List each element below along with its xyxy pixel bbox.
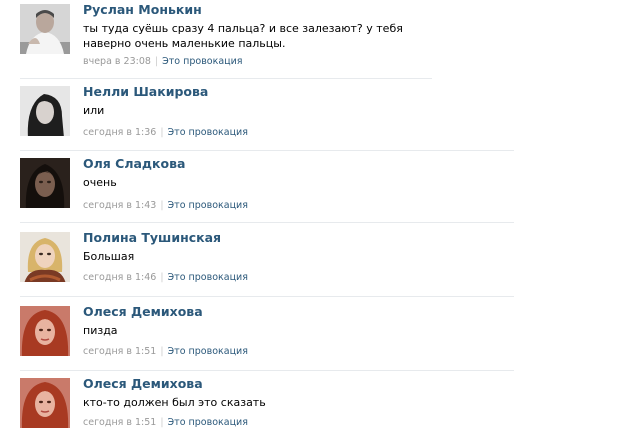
meta-separator: |	[160, 127, 164, 138]
comment-text: очень	[83, 176, 117, 189]
divider	[20, 222, 514, 223]
comment-author[interactable]: Нелли Шакирова	[83, 84, 208, 99]
comment-meta: сегодня в 1:46 | Это провокация	[83, 272, 248, 283]
avatar[interactable]	[20, 306, 70, 356]
comment-item: Олеся Демихова кто-то должен был это ска…	[0, 374, 626, 436]
comment-text: Большая	[83, 250, 135, 263]
divider	[20, 370, 514, 371]
comments-feed: Руслан Монькин ты туда суёшь сразу 4 пал…	[0, 0, 626, 436]
comment-item: Оля Сладкова очень сегодня в 1:43 | Это пр…	[0, 154, 626, 222]
comment-meta: сегодня в 1:51 | Это провокация	[83, 346, 248, 357]
meta-separator: |	[154, 56, 159, 67]
comment-text: пизда	[83, 324, 118, 337]
avatar[interactable]	[20, 158, 70, 208]
report-link[interactable]: Это провокация	[168, 346, 248, 357]
avatar[interactable]	[20, 4, 70, 54]
comment-time[interactable]: сегодня в 1:36	[83, 127, 156, 138]
comment-time[interactable]: сегодня в 1:51	[83, 346, 156, 357]
comment-author[interactable]: Руслан Монькин	[83, 2, 202, 17]
comment-time[interactable]: сегодня в 1:43	[83, 200, 156, 211]
meta-separator: |	[160, 272, 164, 283]
comment-text: или	[83, 104, 105, 117]
comment-text: кто-то должен был это сказать	[83, 396, 266, 409]
report-link[interactable]: Это провокация	[168, 127, 248, 138]
comment-item: Полина Тушинская Большая сегодня в 1:46 |…	[0, 228, 626, 296]
meta-separator: |	[160, 346, 164, 357]
comment-time[interactable]: сегодня в 1:46	[83, 272, 156, 283]
comment-meta: сегодня в 1:51 | Это провокация	[83, 417, 248, 428]
comment-time[interactable]: вчера в 23:08	[83, 56, 151, 67]
report-link[interactable]: Это провокация	[162, 56, 242, 67]
report-link[interactable]: Это провокация	[168, 272, 248, 283]
meta-separator: |	[160, 417, 164, 428]
comment-text: ты туда суёшь сразу 4 пальца? и все зале…	[83, 22, 403, 50]
comment-author[interactable]: Олеся Демихова	[83, 304, 203, 319]
divider	[20, 150, 514, 151]
comment-meta: вчера в 23:08 | Это провокация	[83, 56, 243, 67]
comment-meta: сегодня в 1:36 | Это провокация	[83, 127, 248, 138]
divider	[20, 78, 432, 79]
comment-item: Руслан Монькин ты туда суёшь сразу 4 пал…	[0, 0, 626, 78]
avatar[interactable]	[20, 86, 70, 136]
report-link[interactable]: Это провокация	[168, 417, 248, 428]
comment-item: Олеся Демихова пизда сегодня в 1:51 | Это …	[0, 302, 626, 370]
divider	[20, 296, 514, 297]
comment-author[interactable]: Оля Сладкова	[83, 156, 185, 171]
comment-author[interactable]: Полина Тушинская	[83, 230, 221, 245]
avatar[interactable]	[20, 232, 70, 282]
comment-author[interactable]: Олеся Демихова	[83, 376, 203, 391]
meta-separator: |	[160, 200, 164, 211]
comment-meta: сегодня в 1:43 | Это провокация	[83, 200, 248, 211]
comment-item: Нелли Шакирова или сегодня в 1:36 | Это пр…	[0, 82, 626, 150]
comment-time[interactable]: сегодня в 1:51	[83, 417, 156, 428]
report-link[interactable]: Это провокация	[168, 200, 248, 211]
avatar[interactable]	[20, 378, 70, 428]
